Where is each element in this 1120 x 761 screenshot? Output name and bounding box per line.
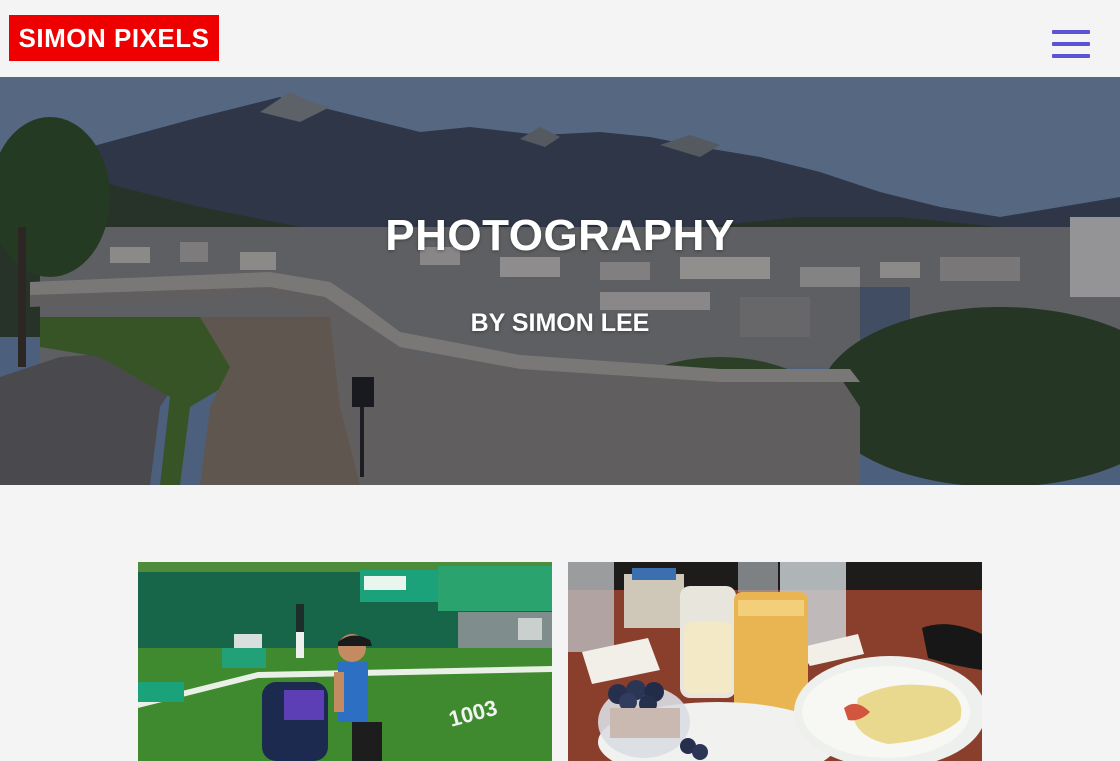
hero-title: PHOTOGRAPHY <box>385 211 735 260</box>
breakfast-photo[interactable] <box>568 562 982 761</box>
hero-overlay <box>0 77 1120 485</box>
hamburger-menu-icon[interactable] <box>1050 30 1090 62</box>
site-header: SIMON PIXELS <box>0 0 1120 77</box>
tennis-player-photo[interactable]: 1003 <box>138 562 552 761</box>
site-logo[interactable]: SIMON PIXELS <box>9 15 219 61</box>
breakfast-image <box>568 562 982 761</box>
hero-subtitle: BY SIMON LEE <box>470 309 650 337</box>
hero-banner: PHOTOGRAPHY BY SIMON LEE <box>0 77 1120 485</box>
tennis-player-image: 1003 <box>138 562 552 761</box>
